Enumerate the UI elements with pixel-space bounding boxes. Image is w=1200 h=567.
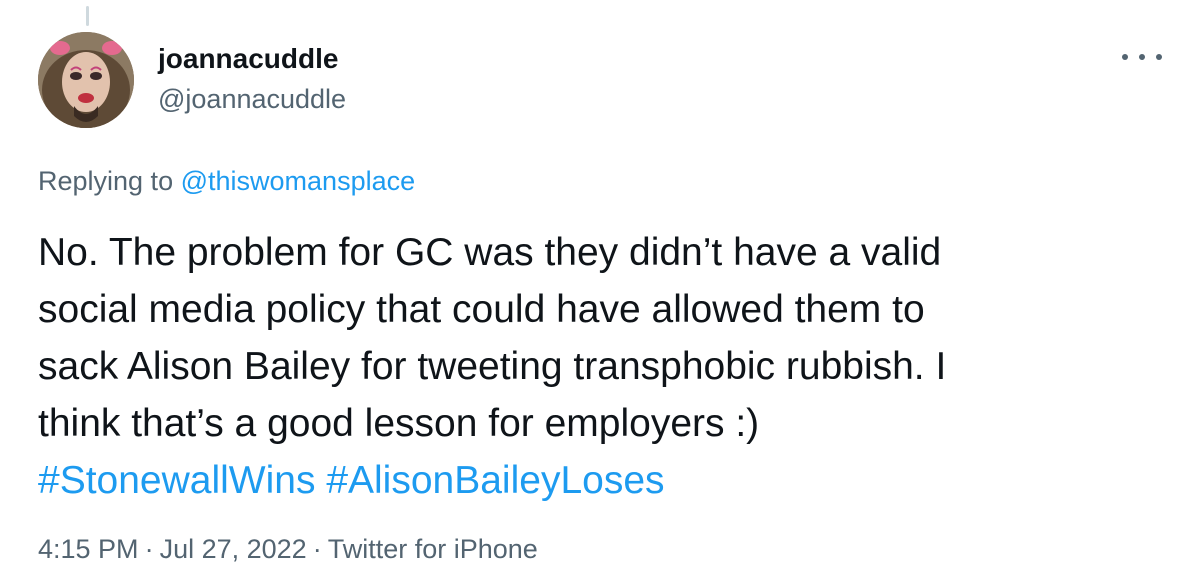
more-dot	[1122, 54, 1128, 60]
author-display-name[interactable]: joannacuddle	[158, 42, 338, 76]
tweet-time[interactable]: 4:15 PM	[38, 534, 139, 564]
tweet-metadata: 4:15 PM · Jul 27, 2022 · Twitter for iPhone	[38, 532, 538, 566]
avatar-image	[38, 32, 134, 128]
replying-prefix: Replying to	[38, 166, 174, 196]
more-dot	[1139, 54, 1145, 60]
tweet-text-line: social media policy that could have allo…	[38, 288, 925, 331]
tweet-text: No. The problem for GC was they didn’t h…	[38, 224, 1168, 509]
meta-separator: ·	[144, 534, 154, 564]
author-handle[interactable]: @joannacuddle	[158, 82, 346, 116]
tweet-date[interactable]: Jul 27, 2022	[160, 534, 307, 564]
tweet-source[interactable]: Twitter for iPhone	[328, 534, 538, 564]
hashtag-link[interactable]: #AlisonBaileyLoses	[326, 459, 664, 502]
hashtag-link[interactable]: #StonewallWins	[38, 459, 315, 502]
more-dot	[1156, 54, 1162, 60]
tweet-text-line: No. The problem for GC was they didn’t h…	[38, 231, 942, 274]
tweet-text-line: think that’s a good lesson for employers…	[38, 402, 760, 445]
thread-connector-line	[86, 6, 89, 26]
replying-mention-link[interactable]: @thiswomansplace	[181, 166, 416, 196]
more-horizontal-icon[interactable]	[1122, 46, 1162, 68]
meta-separator: ·	[312, 534, 322, 564]
tweet-card: joannacuddle @joannacuddle Replying to @…	[0, 0, 1200, 567]
tweet-text-line: sack Alison Bailey for tweeting transpho…	[38, 345, 947, 388]
avatar[interactable]	[38, 32, 134, 128]
hashtags-line: #StonewallWins #AlisonBaileyLoses	[38, 452, 1168, 509]
replying-to: Replying to @thiswomansplace	[38, 164, 415, 198]
